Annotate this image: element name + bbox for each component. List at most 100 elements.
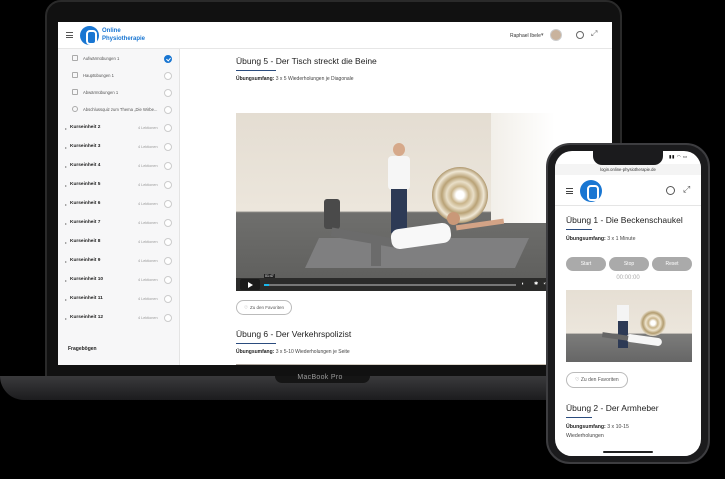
exercise-title: Übung 1 - Die Beckenschaukel — [566, 215, 683, 225]
progress-circle-icon — [164, 257, 172, 265]
sidebar-unit[interactable]: ▸ Kurseinheit 8 4 Lektionen — [58, 234, 180, 253]
progress-circle-icon — [164, 200, 172, 208]
therapist-torso — [388, 156, 410, 190]
exercise-scope: Übungsumfang: 3 x 1 Minute — [566, 235, 635, 244]
sidebar-unit[interactable]: ▸ Kurseinheit 7 4 Lektionen — [58, 215, 180, 234]
scope-value: 3 x 10-15 — [607, 424, 629, 430]
progress-circle-icon — [164, 276, 172, 284]
progress-circle-icon — [164, 72, 172, 80]
unit-count: 4 Lektionen — [138, 316, 158, 320]
volume-icon[interactable]: ◖ — [521, 281, 524, 287]
unit-count: 4 Lektionen — [138, 164, 158, 168]
progress-circle-icon — [164, 89, 172, 97]
menu-icon[interactable] — [66, 32, 73, 38]
sidebar-quiz[interactable]: Abschlussquiz zum Thema „Die Wirbe... — [58, 102, 180, 118]
exercise-scope: Übungsumfang: 3 x 5 Wiederholungen je Di… — [236, 76, 354, 82]
unit-label: Kurseinheit 11 — [70, 296, 103, 301]
chevron-right-icon: ▸ — [65, 164, 68, 169]
chevron-down-icon[interactable]: ▾ — [541, 32, 544, 38]
unit-count: 4 Lektionen — [138, 183, 158, 187]
lesson-label: Aufwärmübungen 1 — [83, 56, 120, 61]
sidebar-unit[interactable]: ▸ Kurseinheit 2 4 Lektionen — [58, 120, 180, 139]
exercise-video[interactable]: 01:47 ◖ ✱ ⤢ — [236, 113, 555, 291]
exercise-title: Übung 2 - Der Armheber — [566, 403, 659, 413]
progress-circle-icon — [164, 143, 172, 151]
menu-icon[interactable] — [566, 188, 573, 194]
app-header: ⤢ — [555, 176, 701, 206]
clock-icon[interactable] — [666, 186, 675, 195]
scope-value: 3 x 5-10 Wiederholungen je Seite — [275, 349, 350, 355]
progress-circle-icon — [164, 219, 172, 227]
gear-icon[interactable]: ✱ — [534, 281, 538, 287]
sidebar-lesson[interactable]: Aufwärmübungen 1 — [58, 51, 180, 67]
video-progress-bar[interactable] — [264, 284, 516, 286]
scope-label: Übungsumfang: — [236, 349, 275, 355]
expand-icon[interactable]: ⤢ — [591, 29, 597, 39]
logo-line-2: Physiotherapie — [102, 36, 146, 42]
person-head — [447, 212, 460, 225]
exercise-video[interactable] — [566, 290, 692, 362]
sidebar-lesson[interactable]: Abwärmübungen 1 — [58, 85, 180, 101]
kneeling-leg — [371, 242, 381, 266]
expand-icon[interactable]: ⤢ — [683, 184, 690, 195]
sidebar-unit[interactable]: ▸ Kurseinheit 5 4 Lektionen — [58, 177, 180, 196]
video-controls: 01:47 ◖ ✱ ⤢ — [236, 274, 555, 291]
add-favorite-button[interactable]: ♡ Zu den Favoriten — [566, 372, 628, 388]
course-sidebar: Aufwärmübungen 1 Hauptübungen 1 Abwärmüb… — [58, 49, 180, 365]
title-underline — [566, 417, 592, 418]
scope-label: Übungsumfang: — [236, 76, 275, 82]
unit-label: Kurseinheit 9 — [70, 258, 101, 263]
completed-check-icon — [164, 55, 172, 63]
chevron-right-icon: ▸ — [65, 145, 68, 150]
unit-label: Kurseinheit 4 — [70, 163, 101, 168]
scope-label: Übungsumfang: — [566, 424, 606, 430]
url-text[interactable]: login.online-physiotherapie.de — [555, 167, 701, 172]
extended-leg — [330, 227, 396, 248]
quiz-icon — [72, 106, 78, 112]
logo-icon[interactable] — [80, 26, 99, 45]
user-name[interactable]: Raphael Ibele — [510, 33, 541, 39]
title-underline — [566, 229, 592, 230]
sidebar-lesson[interactable]: Hauptübungen 1 — [58, 68, 180, 84]
clock-icon[interactable] — [576, 31, 584, 39]
section-title: Fragebögen — [68, 346, 97, 352]
play-icon[interactable] — [240, 279, 260, 290]
chevron-right-icon: ▸ — [65, 278, 68, 283]
scope-value: 3 x 1 Minute — [607, 236, 636, 242]
sidebar-unit[interactable]: ▸ Kurseinheit 3 4 Lektionen — [58, 139, 180, 158]
start-button[interactable]: Start — [566, 257, 606, 271]
progress-circle-icon — [164, 314, 172, 322]
unit-count: 4 Lektionen — [138, 278, 158, 282]
timer-display: 00:00:00 — [616, 275, 640, 281]
sidebar-unit[interactable]: ▸ Kurseinheit 11 4 Lektionen — [58, 291, 180, 310]
logo-text[interactable]: Online Physiotherapie — [102, 27, 162, 43]
logo-line-1: Online — [102, 28, 121, 34]
add-favorite-button[interactable]: ♡ Zu den Favoriten — [236, 300, 293, 315]
sidebar-unit[interactable]: ▸ Kurseinheit 9 4 Lektionen — [58, 253, 180, 272]
unit-label: Kurseinheit 8 — [70, 239, 101, 244]
unit-label: Kurseinheit 6 — [70, 201, 101, 206]
home-indicator[interactable] — [603, 451, 653, 453]
sidebar-unit[interactable]: ▸ Kurseinheit 6 4 Lektionen — [58, 196, 180, 215]
scope-value: 3 x 5 Wiederholungen je Diagonale — [275, 76, 354, 82]
logo-icon[interactable] — [580, 180, 602, 202]
laptop-screen: Online Physiotherapie Raphael Ibele ▾ ⤢ … — [58, 22, 612, 365]
sidebar-unit[interactable]: ▸ Kurseinheit 10 4 Lektionen — [58, 272, 180, 291]
unit-label: Kurseinheit 12 — [70, 315, 104, 320]
chevron-right-icon: ▸ — [65, 259, 68, 264]
sidebar-unit[interactable]: ▸ Kurseinheit 4 4 Lektionen — [58, 158, 180, 177]
lesson-icon — [72, 55, 78, 61]
exercise-video[interactable] — [236, 364, 555, 365]
app-header: Online Physiotherapie Raphael Ibele ▾ ⤢ — [58, 22, 612, 49]
scope-value-continued: Wiederholungen — [566, 433, 604, 439]
stop-button[interactable]: Stop — [609, 257, 649, 271]
sidebar-unit[interactable]: ▸ Kurseinheit 12 4 Lektionen — [58, 310, 180, 329]
laptop-brand-label: MacBook Pro — [297, 374, 343, 381]
heart-icon: ♡ — [244, 305, 249, 310]
avatar[interactable] — [550, 29, 562, 41]
reset-button[interactable]: Reset — [652, 257, 692, 271]
unit-label: Kurseinheit 7 — [70, 220, 101, 225]
progress-circle-icon — [164, 181, 172, 189]
lesson-label: Hauptübungen 1 — [83, 73, 114, 78]
unit-label: Kurseinheit 2 — [70, 125, 101, 130]
